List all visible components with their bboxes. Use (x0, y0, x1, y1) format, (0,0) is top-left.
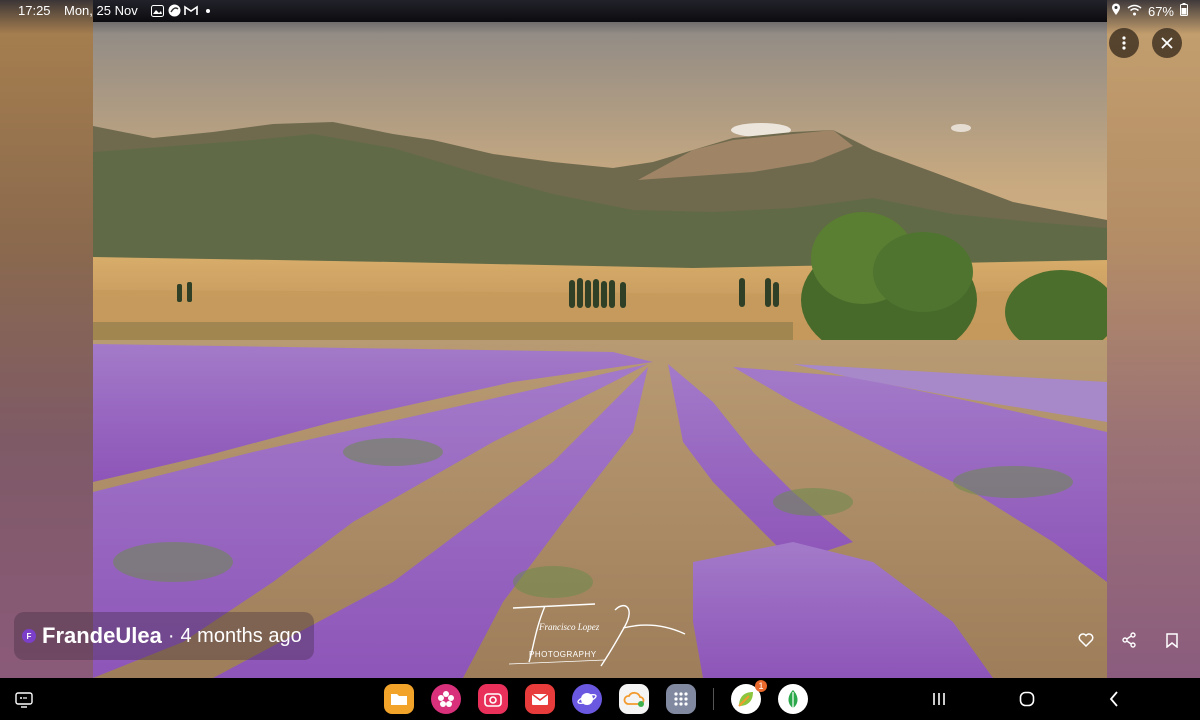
cloud-app-icon[interactable] (619, 684, 649, 714)
email-app-icon[interactable] (525, 684, 555, 714)
left-blurred-backdrop (0, 0, 93, 678)
share-button[interactable] (1121, 630, 1137, 650)
battery-level: 67% (1147, 3, 1174, 19)
like-button[interactable] (1078, 630, 1094, 650)
author-name[interactable]: FrandeUlea (42, 623, 162, 649)
status-bar: 17:25 Mon, 25 Nov 67% (0, 0, 1200, 22)
app-notification-icon (167, 4, 181, 17)
app-dock: 1 (384, 680, 808, 714)
more-options-button[interactable] (1109, 28, 1139, 58)
close-icon (1161, 37, 1173, 49)
gmail-icon (184, 4, 198, 17)
location-icon (1111, 3, 1121, 19)
navigation-bar: 1 (0, 678, 1200, 720)
blossom-app-icon[interactable] (431, 684, 461, 714)
right-blurred-backdrop (1107, 0, 1200, 678)
separator-dot: · (167, 624, 175, 647)
battery-icon (1180, 3, 1188, 19)
wifi-icon (1127, 4, 1142, 19)
photographer-watermark: Francisco Lopez PHOTOGRAPHY (505, 600, 690, 670)
close-button[interactable] (1152, 28, 1182, 58)
notification-badge: 1 (755, 680, 767, 692)
gallery-notification-icon (150, 4, 164, 17)
watermark-signature: Francisco Lopez (539, 622, 600, 632)
camera-app-icon[interactable] (478, 684, 508, 714)
home-button[interactable] (1017, 689, 1037, 709)
recents-icon (933, 693, 945, 705)
photo-actions (1078, 630, 1180, 650)
system-icons: 67% (1111, 3, 1188, 19)
author-avatar: F (22, 629, 36, 643)
recent-app-1-icon[interactable]: 1 (731, 680, 767, 714)
share-icon (1122, 632, 1136, 648)
recents-button[interactable] (929, 689, 949, 709)
back-chevron-icon (1109, 691, 1118, 707)
more-vertical-icon (1122, 36, 1126, 50)
signature-logo (508, 603, 686, 667)
author-info[interactable]: F FrandeUlea · 4 months ago (14, 612, 314, 660)
notification-icons (150, 4, 215, 17)
lavender-field-photo[interactable] (93, 22, 1107, 678)
files-app-icon[interactable] (384, 684, 414, 714)
screen-keyboard-icon (15, 692, 33, 708)
apps-grid-icon[interactable] (666, 684, 696, 714)
browser-app-icon[interactable] (572, 684, 602, 714)
keyboard-toggle-button[interactable] (14, 690, 34, 710)
home-icon (1019, 691, 1035, 707)
recent-app-2-icon[interactable] (778, 684, 808, 714)
watermark-subtitle: PHOTOGRAPHY (529, 650, 597, 659)
post-time: 4 months ago (180, 624, 302, 647)
dock-divider (713, 688, 714, 710)
bookmark-icon (1166, 632, 1178, 648)
bookmark-button[interactable] (1164, 630, 1180, 650)
heart-icon (1078, 633, 1094, 647)
clock: 17:25 (18, 3, 51, 18)
back-button[interactable] (1104, 689, 1124, 709)
date: Mon, 25 Nov (64, 3, 138, 18)
more-notifications-dot-icon (201, 4, 215, 17)
